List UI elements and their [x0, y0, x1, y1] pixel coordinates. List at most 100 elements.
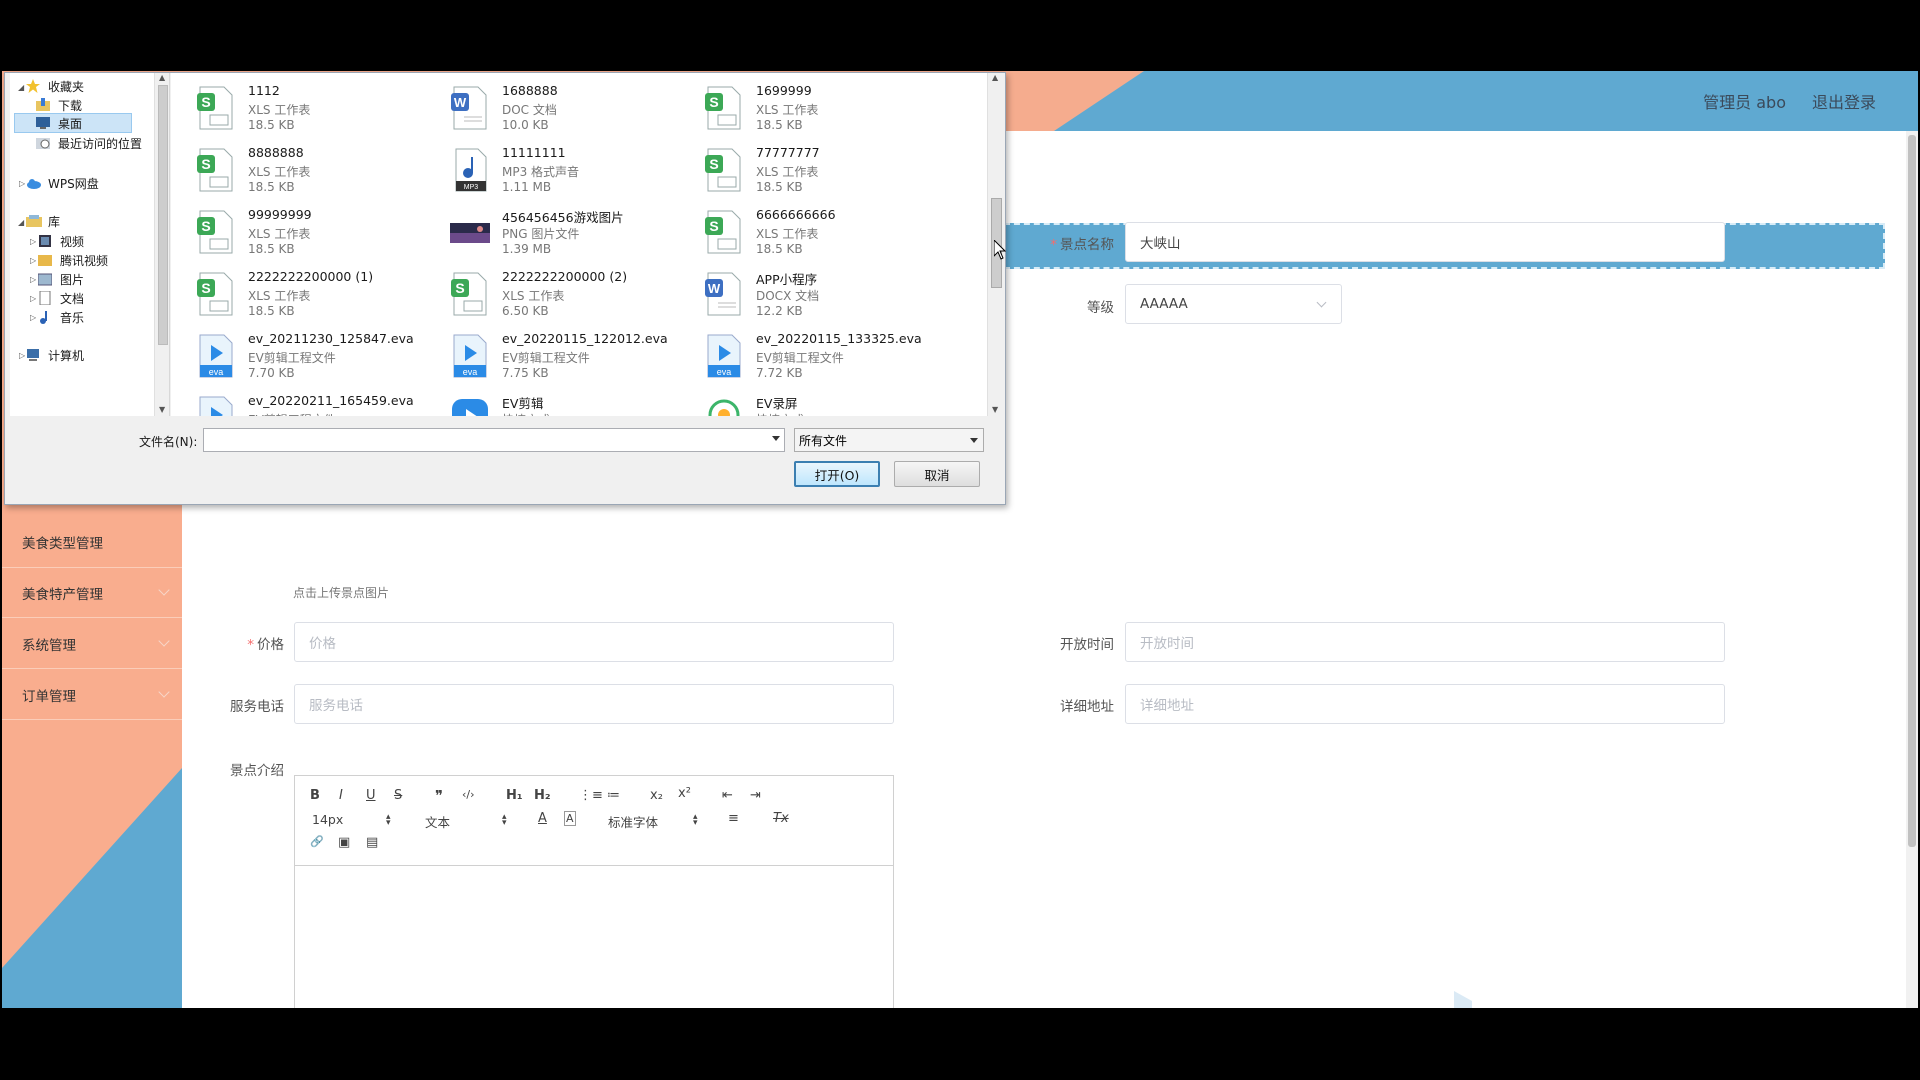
cancel-button[interactable]: 取消 — [894, 461, 980, 487]
tree-scrollbar-thumb[interactable] — [158, 85, 168, 345]
file-item[interactable]: eva ev_20220115_133325.eva EV剪辑工程文件 7.72 KB — [704, 325, 954, 383]
file-item[interactable]: 456456456游戏图片 PNG 图片文件 1.39 MB — [450, 201, 700, 259]
file-type: EV剪辑工程文件 — [248, 411, 336, 416]
file-item[interactable]: S 2222222200000 (2) XLS 工作表 6.50 KB — [450, 263, 700, 321]
tree-item-label: 最近访问的位置 — [58, 136, 143, 151]
sidebar-item-system[interactable]: 系统管理 — [2, 619, 182, 669]
sidebar-item-food-type[interactable]: 美食类型管理 — [2, 536, 182, 568]
file-item[interactable]: W APP小程序 DOCX 文档 12.2 KB — [704, 263, 954, 321]
bold-button[interactable]: B — [310, 788, 320, 803]
address-input[interactable]: 详细地址 — [1125, 684, 1725, 724]
desktop-icon — [36, 116, 52, 130]
file-item[interactable]: S 1112 XLS 工作表 18.5 KB — [196, 77, 446, 135]
tree-item-documents[interactable]: 文档 — [38, 288, 84, 308]
file-size: 18.5 KB — [248, 304, 295, 318]
file-item[interactable]: eva ev_20211230_125847.eva EV剪辑工程文件 7.70 KB — [196, 325, 446, 383]
tree-item-favorites[interactable]: 收藏夹 — [26, 76, 84, 96]
align-button[interactable]: ≡ — [728, 811, 739, 826]
file-name: 1112 — [248, 83, 280, 98]
indent-button[interactable]: ⇥ — [750, 788, 761, 803]
scroll-down-icon[interactable]: ▼ — [159, 405, 165, 414]
font-family-select[interactable]: 标准字体 ▴ ▾ — [608, 812, 708, 831]
sidebar-item-food-specialty[interactable]: 美食特产管理 — [2, 568, 182, 618]
scroll-up-icon[interactable]: ▲ — [159, 73, 165, 82]
level-select[interactable]: AAAAA — [1125, 284, 1342, 324]
subscript-button[interactable]: x₂ — [650, 788, 663, 803]
name-input[interactable]: 大峡山 — [1125, 222, 1725, 262]
file-item[interactable]: S 6666666666 XLS 工作表 18.5 KB — [704, 201, 954, 259]
file-item[interactable]: S 1699999 XLS 工作表 18.5 KB — [704, 77, 954, 135]
filename-label: 文件名(N): — [139, 435, 198, 449]
image-icon[interactable]: ▣ — [338, 835, 350, 850]
tree-item-library[interactable]: 库 — [26, 211, 60, 231]
blockquote-button[interactable]: ❞ — [435, 787, 443, 805]
code-button[interactable]: ‹/› — [462, 788, 475, 801]
font-color-button[interactable]: A — [538, 811, 547, 826]
h2-button[interactable]: H₂ — [534, 788, 551, 803]
font-size-select[interactable]: 14px ▴ ▾ — [312, 812, 402, 828]
file-size: 7.70 KB — [248, 366, 295, 380]
phone-input[interactable]: 服务电话 — [294, 684, 894, 724]
file-type-filter[interactable]: 所有文件 — [794, 428, 984, 452]
background-color-button[interactable]: A — [564, 811, 576, 826]
folder-icon — [38, 253, 54, 267]
intro-label: 景点介绍 — [230, 763, 284, 779]
sidebar-item-orders[interactable]: 订单管理 — [2, 670, 182, 720]
svg-text:MP3: MP3 — [464, 184, 479, 191]
editor-content[interactable] — [295, 866, 893, 1008]
price-input[interactable]: 价格 — [294, 622, 894, 662]
outdent-button[interactable]: ⇤ — [722, 788, 733, 803]
chevron-down-icon — [158, 584, 170, 596]
tree-item-tencent-video[interactable]: 腾讯视频 — [38, 250, 108, 270]
tree-item-label: 收藏夹 — [48, 79, 85, 94]
open-time-input[interactable]: 开放时间 — [1125, 622, 1725, 662]
underline-button[interactable]: U — [366, 788, 376, 803]
file-item[interactable]: S 99999999 XLS 工作表 18.5 KB — [196, 201, 446, 259]
svg-text:W: W — [708, 281, 721, 296]
file-item[interactable]: eva ev_20220115_122012.eva EV剪辑工程文件 7.75 KB — [450, 325, 700, 383]
bullet-list-button[interactable]: ≔ — [607, 788, 620, 803]
tree-item-wps-cloud[interactable]: WPS网盘 — [26, 173, 99, 193]
strike-button[interactable]: S — [394, 788, 402, 803]
h1-button[interactable]: H₁ — [506, 788, 523, 803]
svg-text:S: S — [709, 94, 718, 110]
file-item[interactable]: S 77777777 XLS 工作表 18.5 KB — [704, 139, 954, 197]
file-item[interactable]: W 1688888 DOC 文档 10.0 KB — [450, 77, 700, 135]
tree-item-recent[interactable]: 最近访问的位置 — [36, 133, 142, 153]
block-format-select[interactable]: 文本 ▴ ▾ — [425, 812, 515, 831]
clear-format-button[interactable]: Tx — [773, 811, 789, 826]
scroll-up-icon[interactable]: ▲ — [992, 73, 998, 82]
open-button[interactable]: 打开(O) — [794, 461, 880, 487]
filename-input[interactable] — [203, 428, 785, 452]
tree-item-videos[interactable]: 视频 — [38, 231, 84, 251]
tree-item-pictures[interactable]: 图片 — [37, 269, 84, 289]
logo-watermark-icon — [1454, 991, 1472, 1008]
file-size: 18.5 KB — [756, 118, 803, 132]
page-scrollbar-thumb[interactable] — [1908, 135, 1916, 847]
page-scrollbar[interactable] — [1906, 131, 1918, 1008]
tree-item-downloads[interactable]: 下载 — [36, 95, 82, 115]
superscript-button[interactable]: x² — [678, 786, 691, 801]
tree-scrollbar[interactable]: ▲ ▼ — [154, 73, 169, 416]
file-type: 快捷方式 — [756, 411, 804, 416]
dropdown-arrow-icon[interactable] — [772, 436, 780, 441]
ordered-list-button[interactable]: ⋮≡ — [579, 788, 603, 803]
italic-button[interactable]: I — [339, 788, 343, 803]
video-icon[interactable]: ▤ — [366, 835, 378, 850]
file-item[interactable]: EV剪辑快捷方式 — [450, 387, 700, 416]
file-type: XLS 工作表 — [756, 227, 819, 241]
address-label: 详细地址 — [1060, 699, 1114, 715]
file-item[interactable]: EV录屏快捷方式 — [704, 387, 954, 416]
upload-hint[interactable]: 点击上传景点图片 — [293, 584, 389, 601]
link-icon[interactable]: 🔗 — [310, 835, 324, 848]
scroll-down-icon[interactable]: ▼ — [992, 405, 998, 414]
tree-item-music[interactable]: 音乐 — [38, 307, 84, 327]
file-item[interactable]: S 8888888 XLS 工作表 18.5 KB — [196, 139, 446, 197]
file-item[interactable]: S 2222222200000 (1) XLS 工作表 18.5 KB — [196, 263, 446, 321]
file-item[interactable]: MP3 11111111 MP3 格式声音 1.11 MB — [450, 139, 700, 197]
png-file-icon — [450, 209, 490, 255]
tree-item-desktop[interactable]: 桌面 — [14, 113, 132, 133]
file-item[interactable]: eva ev_20220211_165459.eva EV剪辑工程文件 — [196, 387, 446, 416]
tree-item-computer[interactable]: 计算机 — [26, 345, 84, 365]
logout-link[interactable]: 退出登录 — [1812, 89, 1876, 113]
